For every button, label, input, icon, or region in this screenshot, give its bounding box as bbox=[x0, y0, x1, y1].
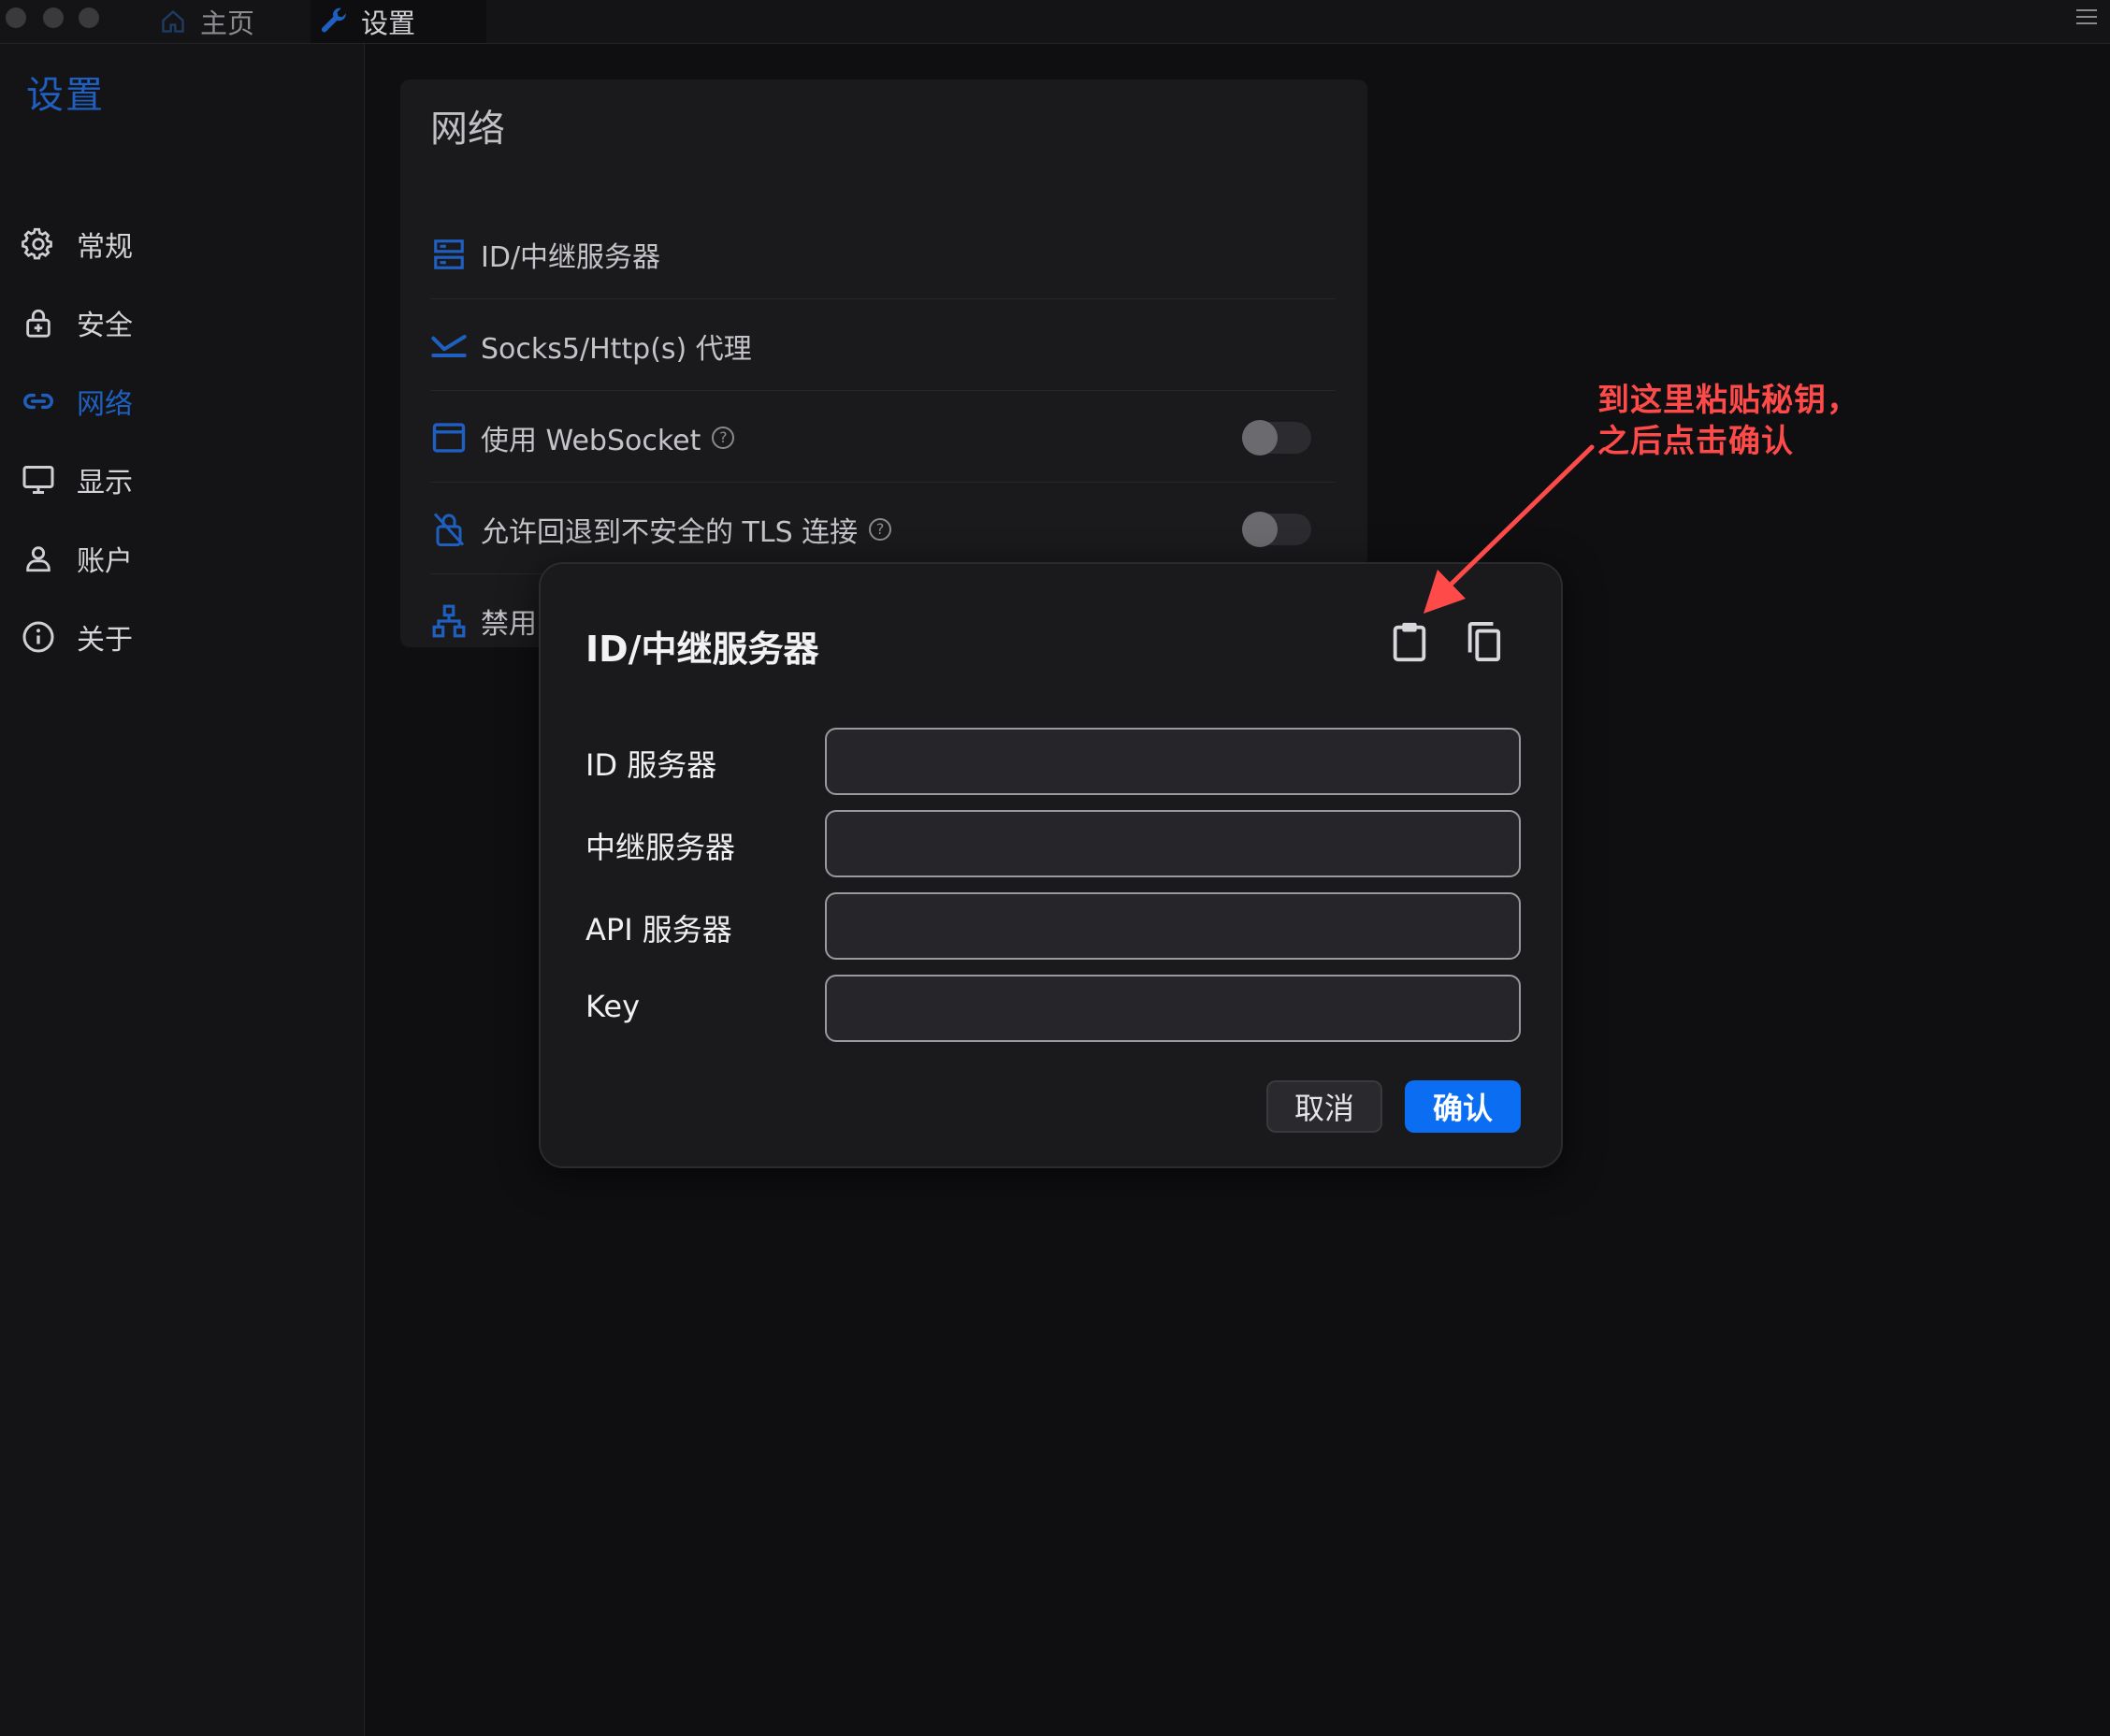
sidebar-item-label: 安全 bbox=[77, 310, 133, 342]
row-label: 使用 WebSocket bbox=[481, 424, 701, 457]
clipboard-paste-icon bbox=[1391, 620, 1428, 667]
copy-button[interactable] bbox=[1457, 618, 1508, 669]
key-input[interactable] bbox=[825, 975, 1521, 1042]
sidebar-item-about[interactable]: 关于 bbox=[21, 611, 339, 663]
row-socks5-proxy[interactable]: Socks5/Http(s) 代理 bbox=[430, 301, 1336, 391]
link-icon bbox=[21, 383, 56, 419]
sidebar-item-account[interactable]: 账户 bbox=[21, 532, 339, 585]
annotation-line-2: 之后点击确认 bbox=[1597, 423, 1794, 460]
tab-home-label: 主页 bbox=[200, 7, 255, 39]
relay-server-label: 中继服务器 bbox=[585, 830, 736, 865]
info-icon bbox=[21, 619, 56, 655]
help-icon[interactable]: ? bbox=[869, 517, 892, 541]
row-websocket: 使用 WebSocket ? bbox=[430, 393, 1336, 483]
wrench-icon bbox=[318, 6, 350, 37]
annotation-line-1: 到这里粘贴秘钥， bbox=[1597, 382, 1859, 419]
home-icon bbox=[157, 6, 189, 37]
window-close-button[interactable] bbox=[6, 7, 26, 28]
row-label: 允许回退到不安全的 TLS 连接 bbox=[481, 515, 859, 549]
api-server-input[interactable] bbox=[825, 892, 1521, 960]
id-server-input[interactable] bbox=[825, 728, 1521, 795]
row-label: ID/中继服务器 bbox=[481, 240, 661, 274]
sidebar-item-security[interactable]: 安全 bbox=[21, 297, 339, 349]
gear-icon bbox=[21, 226, 56, 262]
websocket-toggle[interactable] bbox=[1242, 419, 1311, 456]
key-label: Key bbox=[585, 989, 641, 1024]
row-tls-fallback: 允许回退到不安全的 TLS 连接 ? bbox=[430, 485, 1336, 574]
copy-icon bbox=[1463, 620, 1502, 667]
cancel-button[interactable]: 取消 bbox=[1266, 1080, 1382, 1133]
sidebar-title: 设置 bbox=[26, 74, 105, 117]
row-label: Socks5/Http(s) 代理 bbox=[481, 332, 752, 366]
sidebar-item-label: 关于 bbox=[77, 624, 133, 657]
tab-home[interactable]: 主页 bbox=[150, 0, 309, 43]
section-title: 网络 bbox=[430, 108, 505, 151]
sidebar-item-general[interactable]: 常规 bbox=[21, 218, 339, 270]
hamburger-menu-icon[interactable] bbox=[2076, 9, 2097, 26]
server-icon bbox=[430, 236, 468, 273]
help-icon[interactable]: ? bbox=[712, 426, 735, 449]
id-relay-server-dialog: ID/中继服务器 ID 服务器 中继服务器 API 服务器 Key 取消 确认 bbox=[539, 562, 1563, 1168]
paste-button[interactable] bbox=[1384, 618, 1435, 669]
confirm-button[interactable]: 确认 bbox=[1405, 1080, 1521, 1133]
user-icon bbox=[21, 541, 56, 576]
window-icon bbox=[430, 419, 468, 456]
api-server-label: API 服务器 bbox=[585, 912, 732, 948]
relay-server-input[interactable] bbox=[825, 810, 1521, 877]
sidebar-item-label: 显示 bbox=[77, 467, 133, 499]
sidebar-item-network[interactable]: 网络 bbox=[21, 375, 339, 427]
sidebar-item-label: 常规 bbox=[77, 231, 133, 264]
row-id-relay-server[interactable]: ID/中继服务器 bbox=[430, 210, 1336, 299]
sidebar-item-label: 账户 bbox=[77, 545, 133, 578]
monitor-icon bbox=[21, 462, 56, 498]
window-zoom-button[interactable] bbox=[79, 7, 99, 28]
annotation-text: 到这里粘贴秘钥， 之后点击确认 bbox=[1597, 380, 1859, 462]
dialog-title: ID/中继服务器 bbox=[585, 629, 819, 670]
network-icon bbox=[430, 602, 468, 640]
unlock-icon bbox=[430, 511, 468, 548]
sidebar-item-label: 网络 bbox=[77, 388, 133, 421]
title-bar: 主页 设置 bbox=[0, 0, 2110, 44]
id-server-label: ID 服务器 bbox=[585, 747, 717, 783]
sidebar: 设置 常规 安全 网络 显示 账户 关于 bbox=[0, 44, 365, 1736]
sidebar-item-display[interactable]: 显示 bbox=[21, 454, 339, 506]
tab-settings-label: 设置 bbox=[361, 7, 416, 39]
tls-fallback-toggle[interactable] bbox=[1242, 511, 1311, 547]
window-minimize-button[interactable] bbox=[43, 7, 64, 28]
lock-icon bbox=[21, 305, 56, 340]
proxy-icon bbox=[430, 327, 468, 365]
tab-settings[interactable]: 设置 bbox=[311, 0, 486, 43]
row-label: 禁用 bbox=[481, 608, 537, 641]
